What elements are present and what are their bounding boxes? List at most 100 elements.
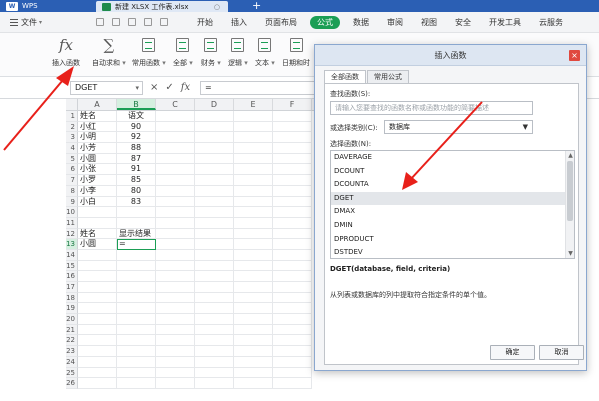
- cell-e[interactable]: [234, 260, 273, 272]
- finance-button[interactable]: 财务: [201, 36, 221, 68]
- cell-c[interactable]: [156, 314, 195, 325]
- print-preview-icon[interactable]: [128, 18, 136, 26]
- function-list-item[interactable]: DCOUNTA: [331, 178, 574, 192]
- row-header[interactable]: 15: [66, 260, 78, 272]
- cell-e[interactable]: [234, 314, 273, 325]
- cell-e[interactable]: [234, 346, 273, 357]
- function-list-item[interactable]: DPRODUCT: [331, 233, 574, 247]
- autosum-button[interactable]: ∑ 自动求和: [92, 36, 126, 68]
- row-header[interactable]: 12: [66, 228, 78, 240]
- formula-input[interactable]: =: [200, 81, 316, 95]
- row-header[interactable]: 26: [66, 378, 78, 389]
- cell-b[interactable]: [117, 217, 156, 229]
- cell-b[interactable]: [117, 324, 156, 336]
- row-header[interactable]: 19: [66, 303, 78, 315]
- cell-b[interactable]: [117, 271, 156, 282]
- cell-d[interactable]: [195, 239, 234, 250]
- select-all-corner[interactable]: [66, 99, 78, 111]
- tab-1[interactable]: 插入: [226, 16, 252, 29]
- cell-f[interactable]: [273, 217, 312, 229]
- cell-d[interactable]: [195, 175, 234, 186]
- cell-e[interactable]: [234, 271, 273, 282]
- insert-function-button[interactable]: fx 插入函数: [52, 36, 80, 68]
- cell-f[interactable]: [273, 196, 312, 208]
- tab-8[interactable]: 开发工具: [484, 16, 526, 29]
- cell-a[interactable]: [78, 217, 117, 229]
- cell-d[interactable]: [195, 335, 234, 347]
- row-header[interactable]: 14: [66, 249, 78, 261]
- cell-e[interactable]: [234, 324, 273, 336]
- cell-a[interactable]: [78, 282, 117, 293]
- function-list-scrollbar[interactable]: ▲ ▼: [565, 151, 574, 258]
- cell-e[interactable]: [234, 185, 273, 197]
- cell-c[interactable]: [156, 292, 195, 304]
- tab-5[interactable]: 审阅: [382, 16, 408, 29]
- cell-b[interactable]: 语文: [117, 111, 156, 122]
- cell-a[interactable]: 小红: [78, 121, 117, 133]
- cell-e[interactable]: [234, 292, 273, 304]
- cell-a[interactable]: 小芳: [78, 143, 117, 154]
- cell-b[interactable]: [117, 207, 156, 218]
- cell-a[interactable]: 姓名: [78, 228, 117, 240]
- cell-a[interactable]: [78, 314, 117, 325]
- cell-b[interactable]: [117, 346, 156, 357]
- cell-e[interactable]: [234, 228, 273, 240]
- cell-c[interactable]: [156, 260, 195, 272]
- cell-a[interactable]: 小罗: [78, 175, 117, 186]
- row-header[interactable]: 1: [66, 111, 78, 122]
- cell-b[interactable]: [117, 303, 156, 315]
- cell-a[interactable]: 小张: [78, 164, 117, 176]
- cell-a[interactable]: [78, 378, 117, 389]
- cell-c[interactable]: [156, 153, 195, 165]
- row-header[interactable]: 6: [66, 164, 78, 176]
- cell-c[interactable]: [156, 378, 195, 389]
- function-list-item[interactable]: DGET: [331, 191, 574, 206]
- cell-f[interactable]: [273, 314, 312, 325]
- cell-a[interactable]: [78, 303, 117, 315]
- tab-3[interactable]: 公式: [310, 16, 340, 29]
- cell-d[interactable]: [195, 143, 234, 154]
- enter-icon[interactable]: ✓: [165, 81, 173, 95]
- function-list-item[interactable]: DCOUNT: [331, 165, 574, 179]
- function-list[interactable]: DAVERAGE DCOUNT DCOUNTA DGET DMAX DMIN DPRODUC…: [330, 150, 575, 259]
- cell-d[interactable]: [195, 249, 234, 261]
- row-header[interactable]: 21: [66, 324, 78, 336]
- cell-f[interactable]: [273, 228, 312, 240]
- cell-c[interactable]: [156, 346, 195, 357]
- cell-d[interactable]: [195, 282, 234, 293]
- tab-0[interactable]: 开始: [192, 16, 218, 29]
- cell-f[interactable]: [273, 367, 312, 379]
- cell-e[interactable]: [234, 143, 273, 154]
- row-header[interactable]: 17: [66, 282, 78, 293]
- cell-e[interactable]: [234, 132, 273, 144]
- cell-f[interactable]: [273, 239, 312, 250]
- function-list-item[interactable]: DMAX: [331, 205, 574, 219]
- new-tab-button[interactable]: +: [252, 0, 261, 12]
- cell-c[interactable]: [156, 249, 195, 261]
- row-header[interactable]: 24: [66, 356, 78, 368]
- cell-a[interactable]: [78, 249, 117, 261]
- cell-c[interactable]: [156, 175, 195, 186]
- cell-e[interactable]: [234, 217, 273, 229]
- cell-b[interactable]: 88: [117, 143, 156, 154]
- active-cell[interactable]: =: [117, 239, 156, 250]
- cell-b[interactable]: 87: [117, 153, 156, 165]
- document-tab[interactable]: 新建 XLSX 工作表.xlsx ○: [96, 1, 228, 12]
- cell-e[interactable]: [234, 196, 273, 208]
- row-header[interactable]: 25: [66, 367, 78, 379]
- row-header[interactable]: 10: [66, 207, 78, 218]
- cell-d[interactable]: [195, 346, 234, 357]
- cell-a[interactable]: 小圆: [78, 239, 117, 250]
- scrollbar-thumb[interactable]: [567, 161, 573, 221]
- cell-a[interactable]: [78, 207, 117, 218]
- row-header[interactable]: 20: [66, 314, 78, 325]
- cell-c[interactable]: [156, 207, 195, 218]
- cell-f[interactable]: [273, 303, 312, 315]
- row-header[interactable]: 18: [66, 292, 78, 304]
- spreadsheet-grid[interactable]: ABCDEF 1 姓名 语文 2 小红 90 3 小明 92 4 小芳 88 5 小圆 87 6 小张 91 7 小罗…: [66, 99, 318, 401]
- ok-button[interactable]: 确定: [490, 345, 535, 360]
- tab-2[interactable]: 页面布局: [260, 16, 302, 29]
- tab-all-functions[interactable]: 全部函数: [324, 70, 366, 83]
- cell-b[interactable]: 91: [117, 164, 156, 176]
- cell-b[interactable]: [117, 367, 156, 379]
